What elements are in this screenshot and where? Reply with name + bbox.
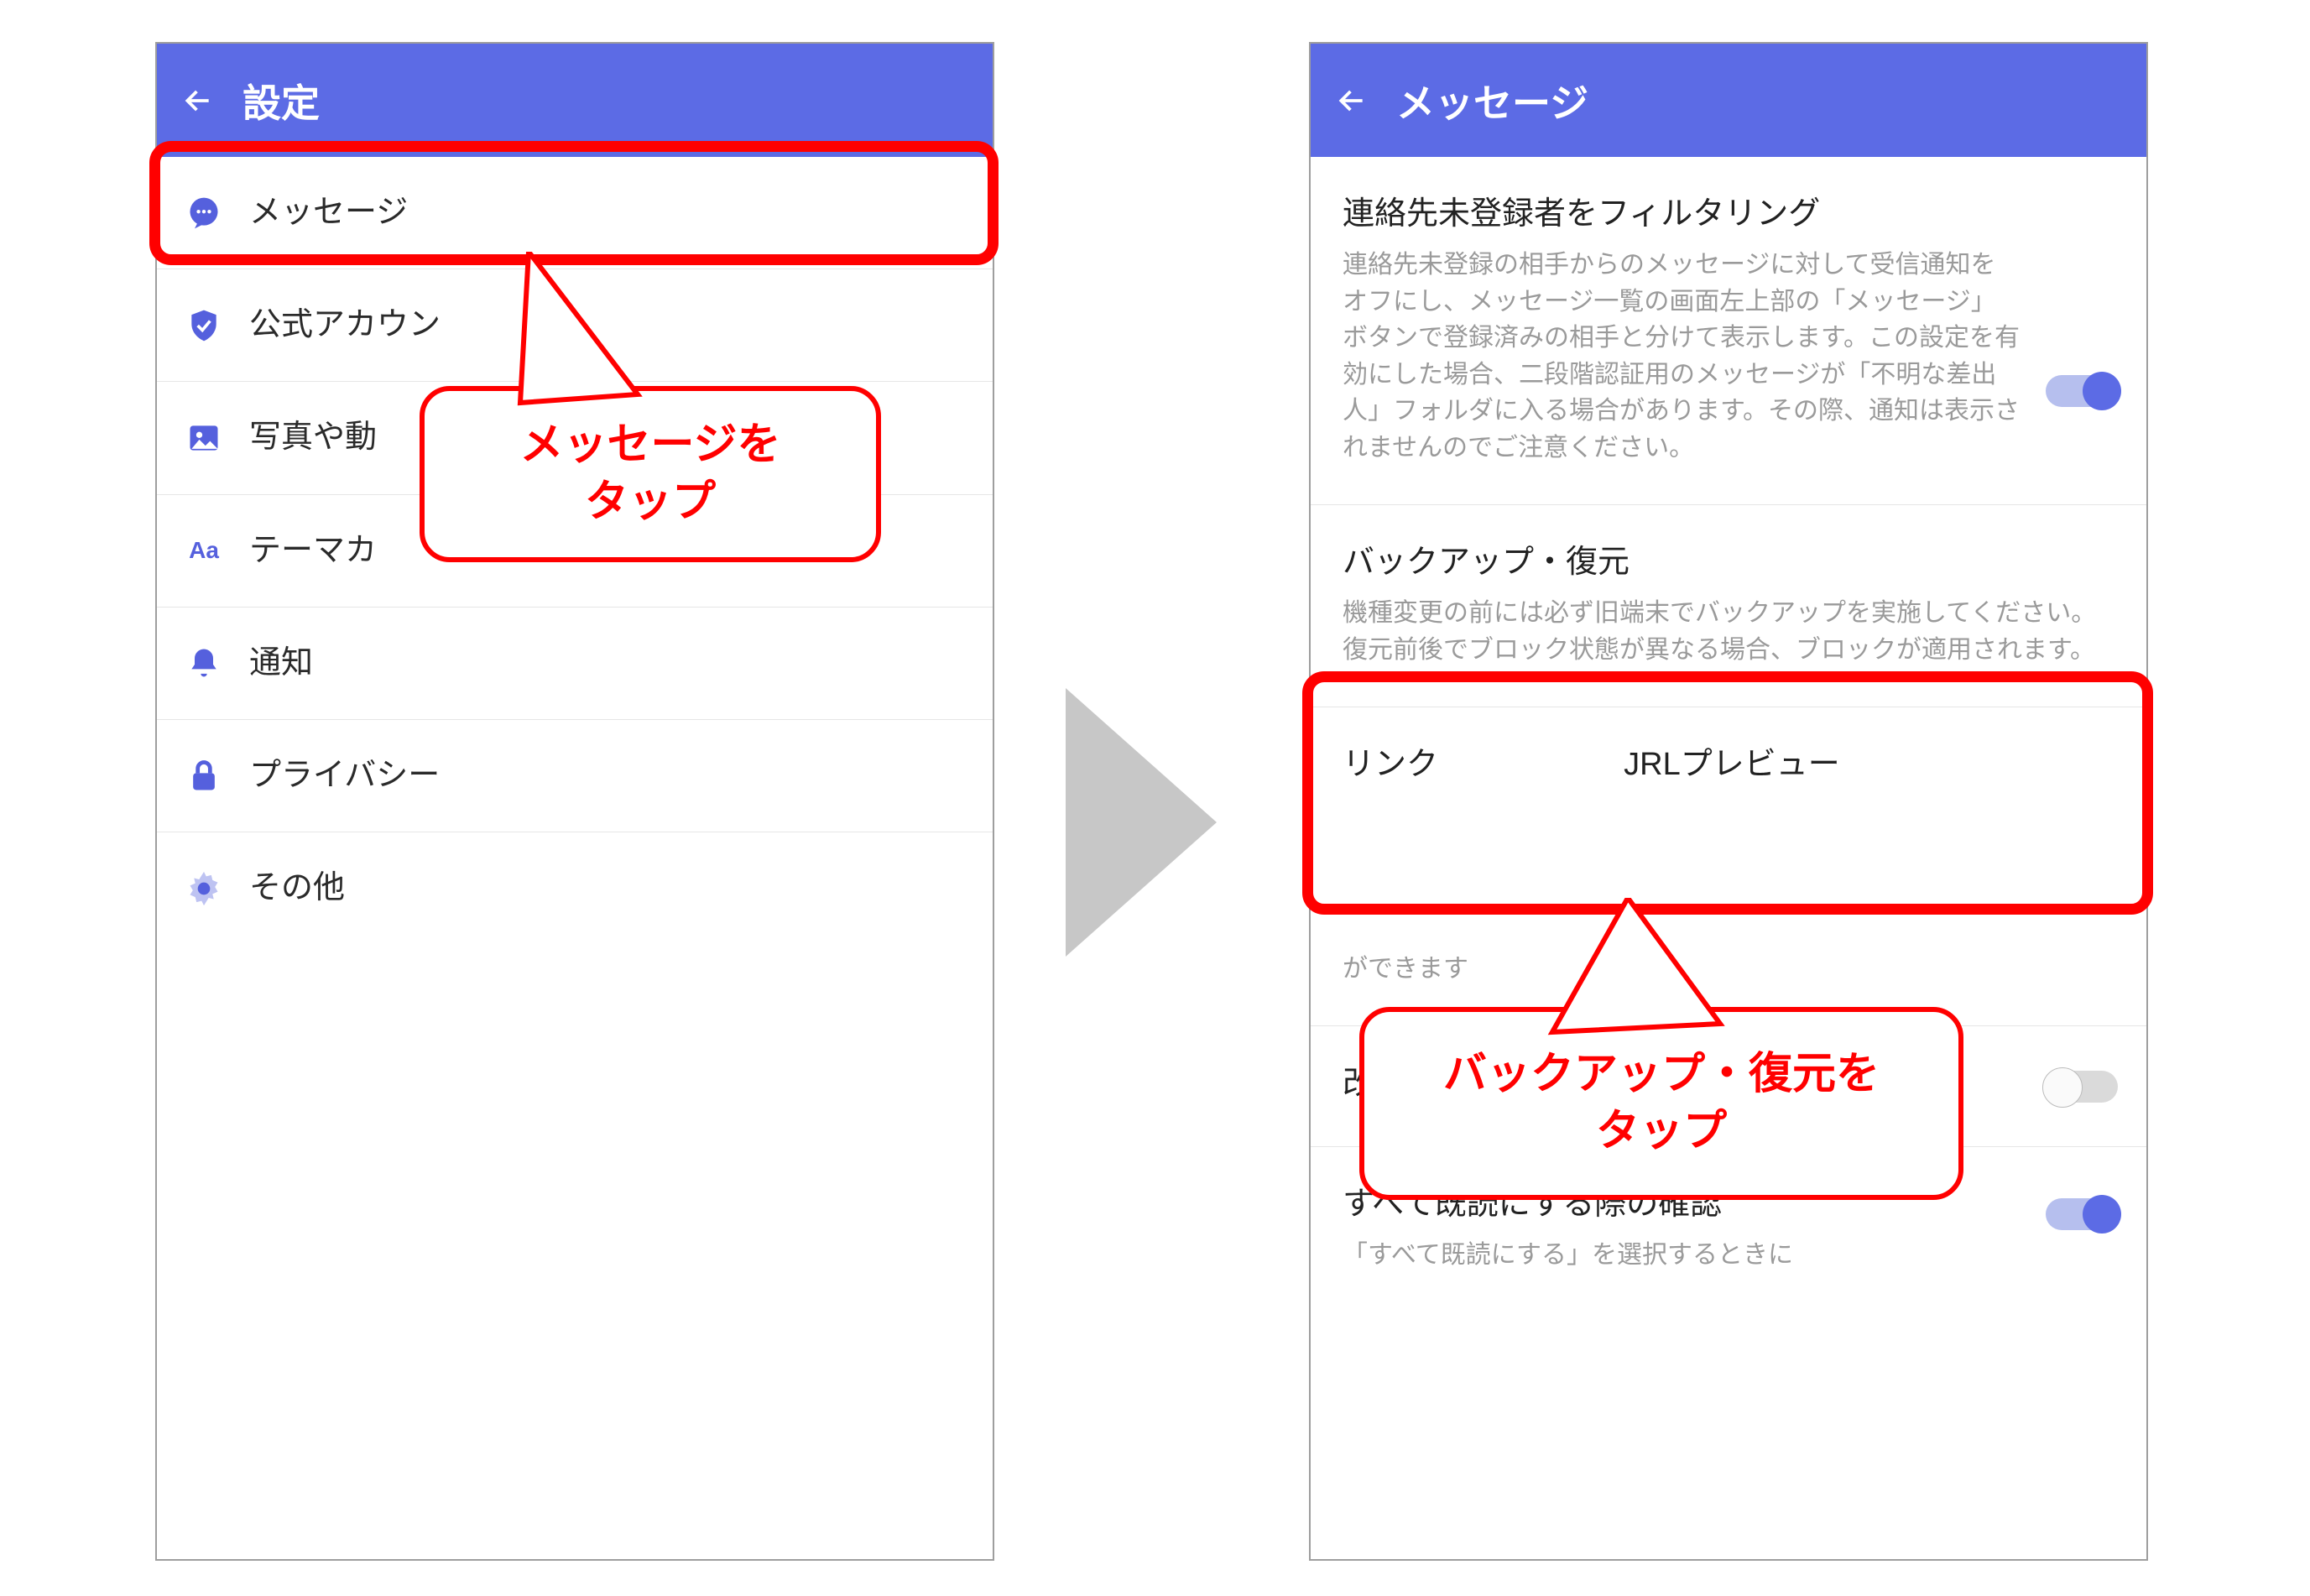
gear-icon: [185, 870, 222, 907]
setting-desc: 「すべて既読にする」を選択するときに: [1343, 1237, 2114, 1274]
aa-icon: Aa: [185, 532, 222, 569]
appbar: 設定: [157, 44, 993, 157]
settings-row-privacy[interactable]: プライバシー: [157, 720, 993, 832]
settings-label: メッセージ: [249, 190, 408, 235]
setting-title: バックアップ・復元: [1343, 539, 2114, 587]
shield-icon: [185, 307, 222, 344]
settings-row-other[interactable]: その他: [157, 832, 993, 944]
toggle-filter[interactable]: [2046, 375, 2118, 407]
setting-title: リンク JRLプレビュー: [1343, 741, 2114, 789]
callout-line: タップ: [585, 474, 716, 531]
setting-filter-unknown[interactable]: 連絡先未登録者をフィルタリング 連絡先未登録の相手からのメッセージに対して受信通…: [1311, 157, 2146, 505]
settings-label: その他: [249, 866, 345, 910]
bell-icon: [185, 644, 222, 681]
chat-icon: [185, 195, 222, 232]
setting-title: 連絡先未登録者をフィルタリング: [1343, 190, 2021, 238]
settings-label: 通知: [249, 641, 313, 686]
settings-label: プライバシー: [249, 754, 440, 798]
page-title: 設定: [242, 73, 320, 128]
setting-desc: 連絡先未登録の相手からのメッセージに対して受信通知をオフにし、メッセージ一覧の画…: [1343, 247, 2021, 466]
callout-tail-icon: [1536, 898, 1770, 1049]
title-fragment: JRLプレビュー: [1624, 747, 1840, 782]
image-icon: [185, 420, 222, 456]
toggle-read-all[interactable]: [2046, 1198, 2118, 1230]
appbar: メッセージ: [1311, 44, 2146, 157]
back-arrow-icon[interactable]: [182, 85, 214, 117]
setting-backup-restore[interactable]: バックアップ・復元 機種変更の前には必ず旧端末でバックアップを実施してください。…: [1311, 505, 2146, 707]
callout-tail-icon: [487, 252, 705, 436]
arrow-icon: [1066, 688, 1217, 957]
title-fragment: リンク: [1343, 747, 1438, 782]
settings-label: 写真や動: [249, 415, 377, 460]
lock-icon: [185, 758, 222, 795]
setting-desc: ができます: [1343, 951, 1468, 988]
phone-messages: メッセージ 連絡先未登録者をフィルタリング 連絡先未登録の相手からのメッセージに…: [1309, 42, 2148, 1561]
callout-line: タップ: [1596, 1103, 1727, 1160]
settings-label: 公式アカウン: [249, 303, 441, 347]
settings-row-notifications[interactable]: 通知: [157, 608, 993, 720]
callout-line: バックアップ・復元を: [1443, 1046, 1880, 1103]
setting-desc: 機種変更の前には必ず旧端末でバックアップを実施してください。復元前後でブロック状…: [1343, 595, 2114, 668]
toggle-enter-send[interactable]: [2046, 1071, 2118, 1103]
back-arrow-icon[interactable]: [1336, 85, 1368, 117]
settings-label: テーマカ: [249, 529, 377, 573]
page-title: メッセージ: [1396, 73, 1588, 128]
